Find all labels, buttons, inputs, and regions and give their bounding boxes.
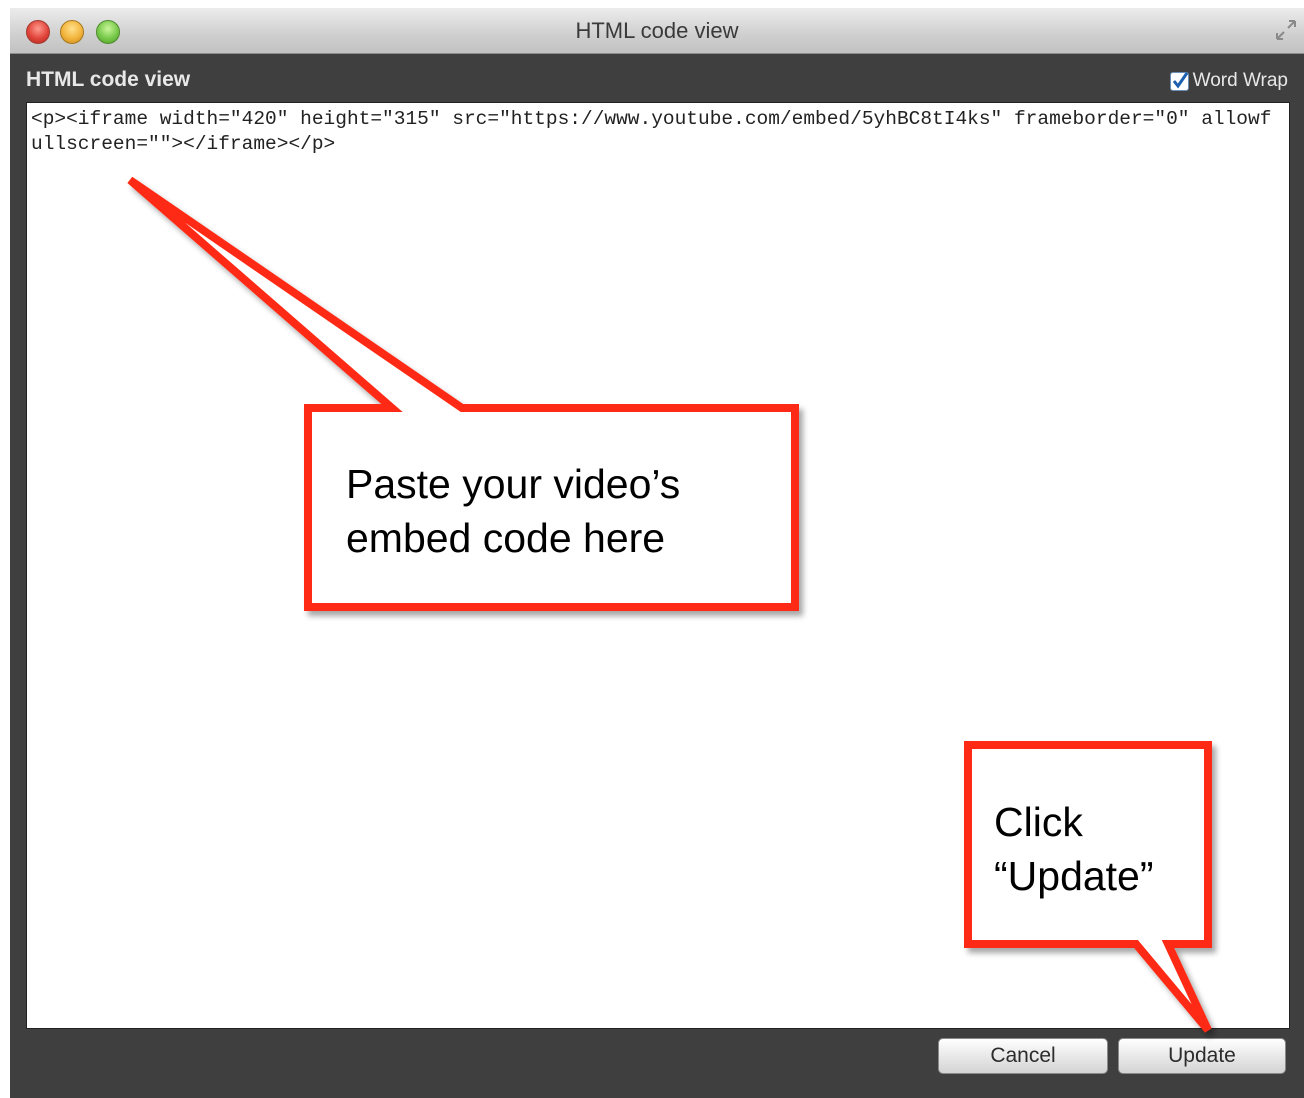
update-callout-text: Click “Update” bbox=[994, 795, 1194, 903]
paste-callout-line1: Paste your video’s bbox=[346, 461, 681, 507]
paste-callout-line2: embed code here bbox=[346, 515, 666, 561]
paste-callout-text: Paste your video’s embed code here bbox=[346, 457, 766, 565]
update-callout-line2: “Update” bbox=[994, 853, 1154, 899]
update-callout-line1: Click bbox=[994, 799, 1083, 845]
